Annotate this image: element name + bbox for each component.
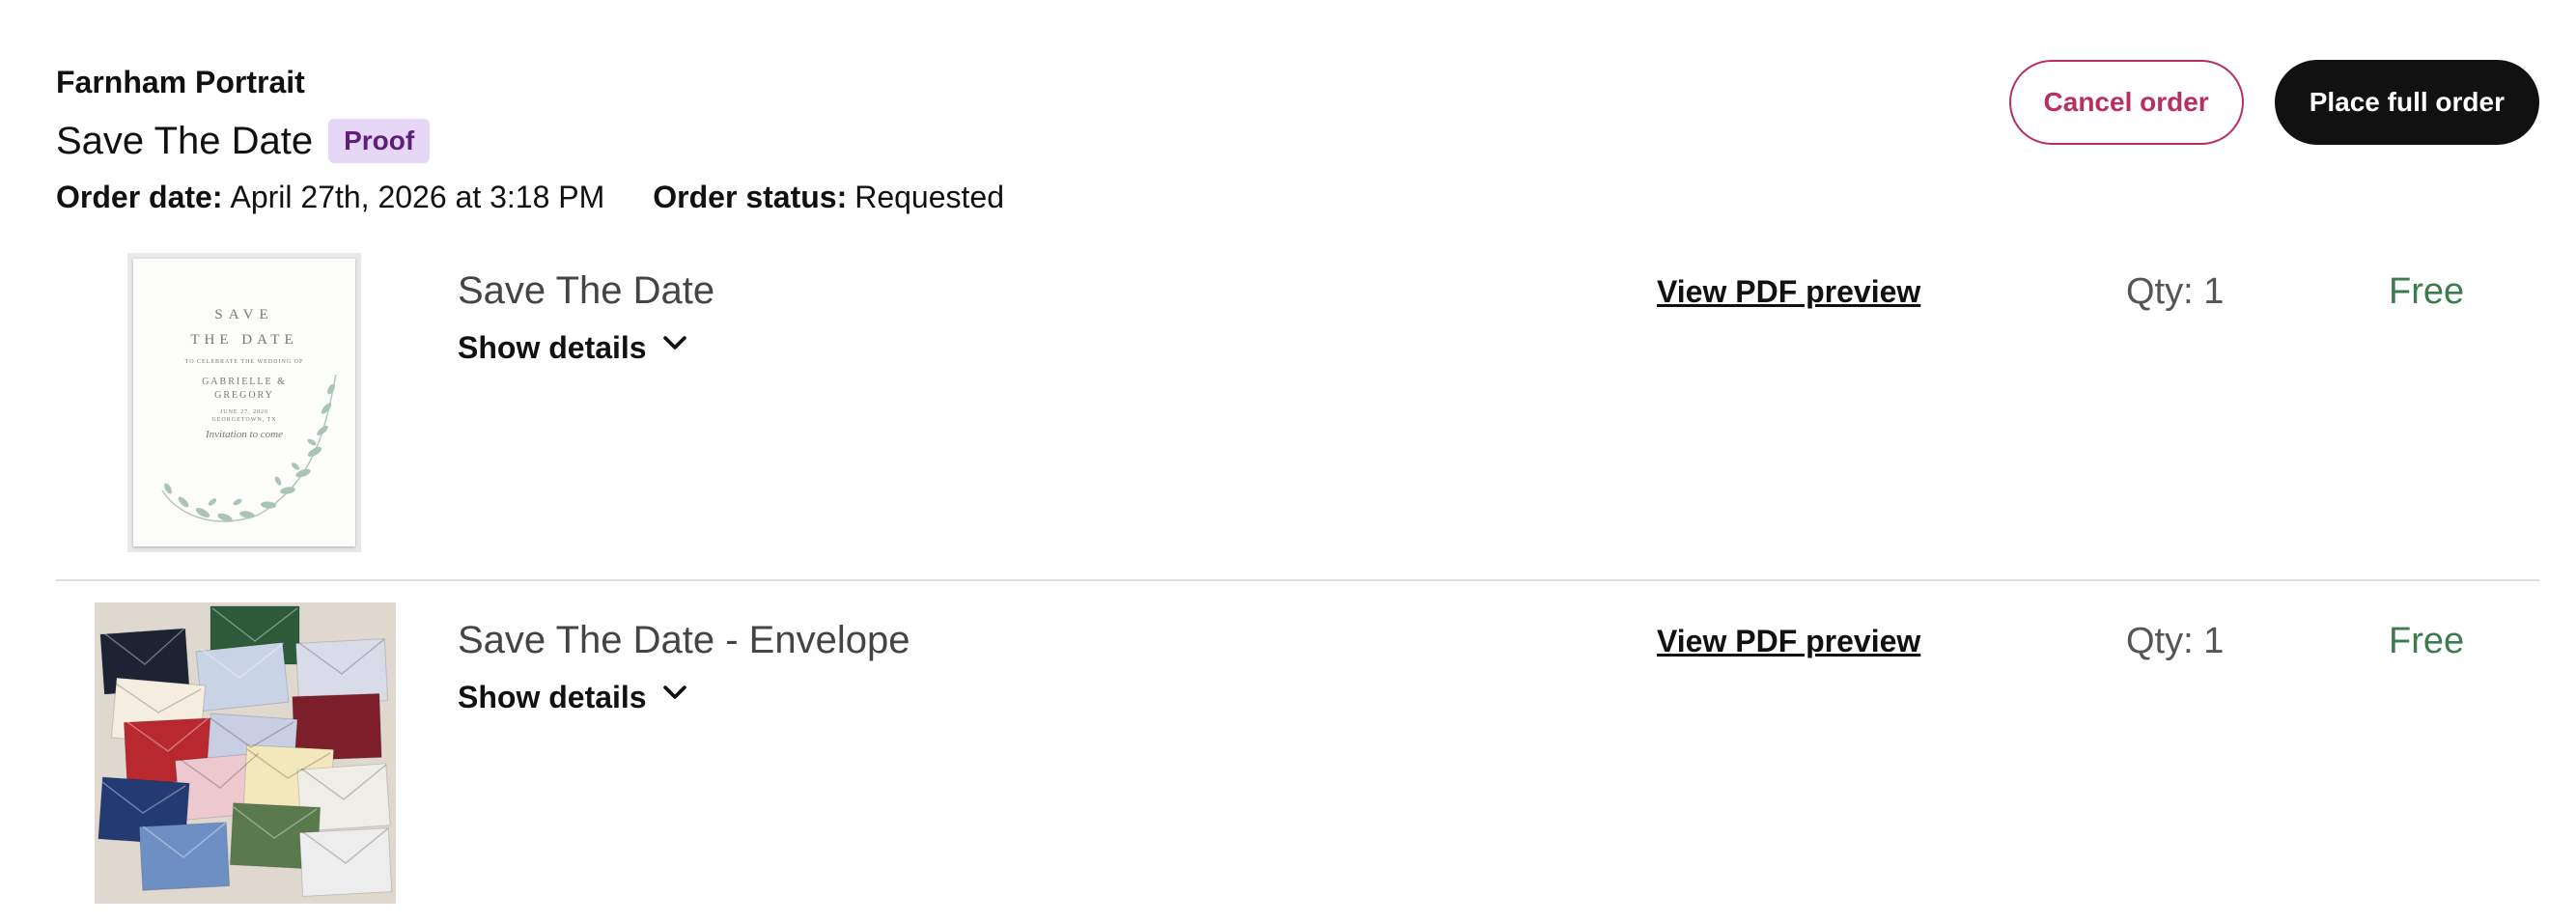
view-pdf-preview-link[interactable]: View PDF preview (1657, 622, 1920, 660)
item-name: Save The Date (458, 269, 715, 312)
order-header: Farnham Portrait Save The Date Proof Ord… (56, 60, 1004, 218)
card-preview: SAVE THE DATE TO CELEBRATE THE WEDDING O… (133, 259, 355, 546)
title-row: Save The Date Proof (56, 114, 1004, 168)
place-full-order-button[interactable]: Place full order (2274, 60, 2539, 145)
item-price: Free (2389, 621, 2465, 661)
chevron-down-icon (658, 676, 691, 717)
status-badge: Proof (328, 119, 431, 163)
order-actions: Cancel order Place full order (2008, 60, 2539, 145)
order-status-value: Requested (854, 180, 1004, 214)
order-item: SAVE THE DATE TO CELEBRATE THE WEDDING O… (56, 253, 2539, 581)
item-name: Save The Date - Envelope (458, 619, 910, 661)
envelope-samples-image (95, 602, 396, 904)
show-details-toggle[interactable]: Show details (458, 326, 691, 368)
design-name: Farnham Portrait (56, 65, 305, 99)
greenery-illustration (161, 374, 337, 522)
cancel-order-button[interactable]: Cancel order (2008, 60, 2244, 145)
order-status-label: Order status: (653, 180, 848, 214)
order-meta: Order date: April 27th, 2026 at 3:18 PM … (56, 176, 1004, 218)
item-quantity: Qty: 1 (2126, 621, 2225, 661)
show-details-label: Show details (458, 679, 647, 714)
item-quantity: Qty: 1 (2126, 271, 2225, 312)
order-date-label: Order date: (56, 180, 223, 214)
chevron-down-icon (658, 326, 691, 368)
show-details-toggle[interactable]: Show details (458, 676, 691, 717)
save-the-date-thumbnail[interactable]: SAVE THE DATE TO CELEBRATE THE WEDDING O… (127, 253, 361, 552)
order-item: Save The Date - Envelope Show details Vi… (56, 602, 2539, 911)
envelope-thumbnail[interactable] (95, 602, 396, 904)
show-details-label: Show details (458, 329, 647, 365)
page-title: Save The Date (56, 120, 314, 162)
item-price: Free (2389, 271, 2465, 312)
order-date-value: April 27th, 2026 at 3:18 PM (230, 180, 605, 214)
view-pdf-preview-link[interactable]: View PDF preview (1657, 272, 1920, 311)
